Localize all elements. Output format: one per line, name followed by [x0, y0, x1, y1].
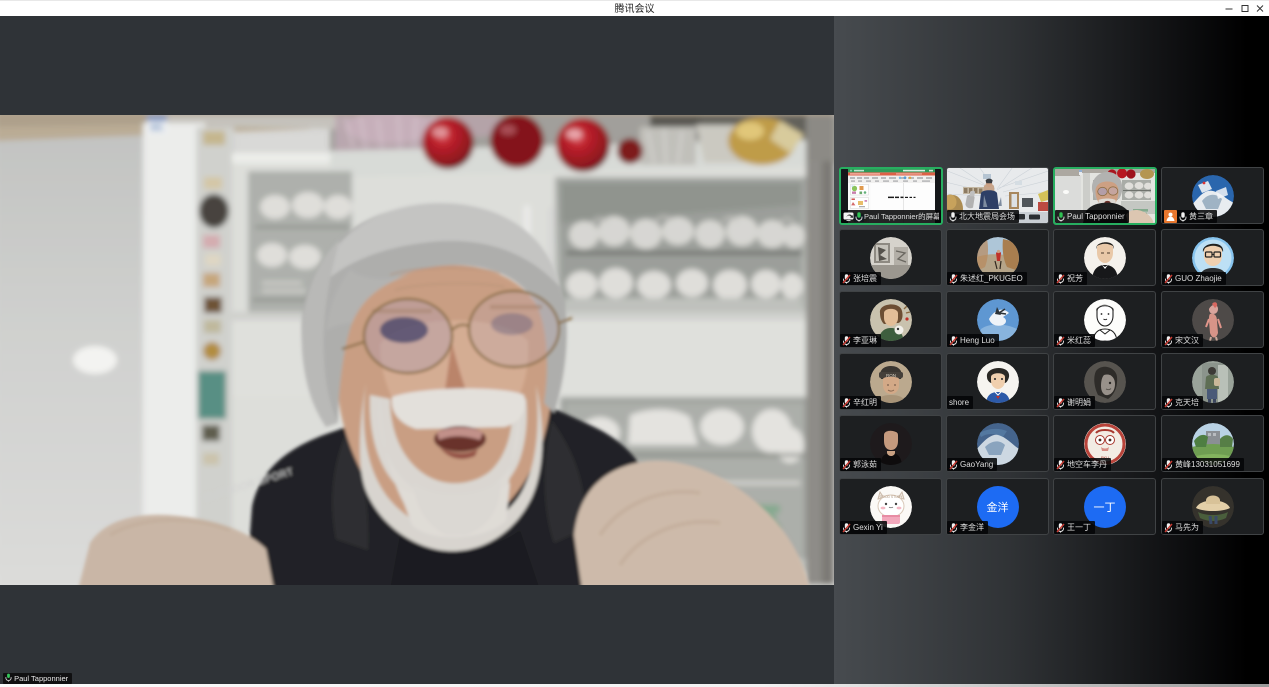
svg-text:GOOD STUDY: GOOD STUDY: [879, 495, 903, 499]
